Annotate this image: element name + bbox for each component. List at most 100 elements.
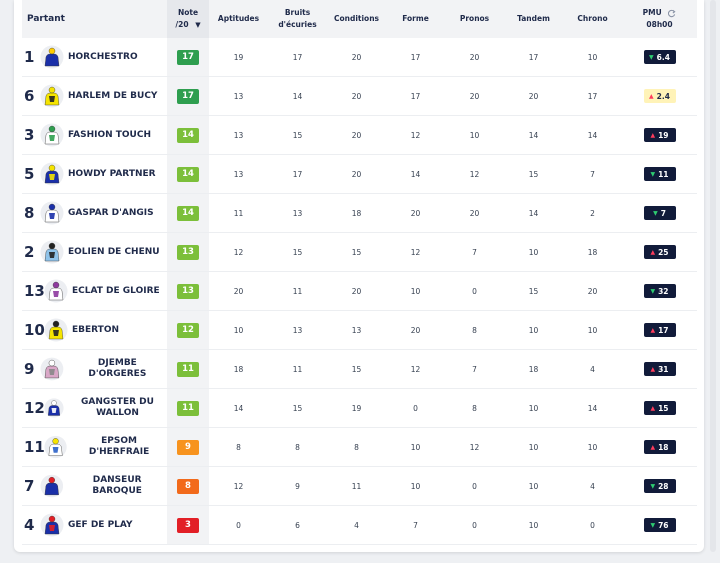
pmu-odds-badge[interactable]: ▼ 32 [643, 284, 676, 298]
table-row[interactable]: 10 EBERTON 12 10 13 13 20 8 10 10 ▲ 17 [22, 310, 697, 350]
chrono-score: 17 [587, 91, 598, 101]
trend-up-icon: ▲ [650, 248, 656, 256]
pmu-odds-badge[interactable]: ▼ 6.4 [643, 50, 676, 64]
pmu-cell: ▲ 18 [622, 428, 697, 467]
pmu-odds-badge[interactable]: ▲ 2.4 [643, 89, 676, 103]
header-note[interactable]: Note /20 ▼ [167, 0, 209, 38]
table-row[interactable]: 3 FASHION TOUCH 14 13 15 20 12 10 14 14 ▲ 19 [22, 115, 697, 155]
runner-cell[interactable]: 6 HARLEM DE BUCY [22, 77, 167, 116]
pmu-odds-badge[interactable]: ▼ 7 [643, 206, 676, 220]
pmu-odds: 15 [658, 403, 669, 413]
horse-name[interactable]: GANGSTER DU WALLON [68, 397, 167, 419]
header-pmu[interactable]: PMU 08h00 [622, 0, 697, 38]
header-forme[interactable]: Forme [386, 0, 445, 38]
header-partant[interactable]: Partant [22, 0, 167, 38]
header-conditions[interactable]: Conditions [327, 0, 386, 38]
trend-up-icon: ▲ [650, 365, 656, 373]
horse-name[interactable]: EBERTON [72, 325, 119, 336]
pronos-score: 7 [472, 364, 477, 374]
aptitudes-score: 13 [233, 169, 244, 179]
horse-name[interactable]: DJEMBE D'ORGERES [68, 358, 167, 380]
header-pronos[interactable]: Pronos [445, 0, 504, 38]
conditions-score: 4 [354, 520, 359, 530]
horse-name[interactable]: GASPAR D'ANGIS [68, 208, 154, 219]
table-row[interactable]: 2 EOLIEN DE CHENU 13 12 15 15 12 7 10 18 ▲ 25 [22, 232, 697, 272]
runner-cell[interactable]: 12 GANGSTER DU WALLON [22, 389, 167, 428]
pmu-odds: 11 [658, 169, 669, 179]
header-bruits-line1: Bruits [284, 8, 311, 17]
tandem-score: 10 [528, 481, 539, 491]
pmu-odds-badge[interactable]: ▲ 25 [643, 245, 676, 259]
horse-name[interactable]: HARLEM DE BUCY [68, 91, 157, 102]
pmu-odds: 76 [658, 520, 669, 530]
pmu-odds-badge[interactable]: ▼ 11 [643, 167, 676, 181]
pmu-odds-badge[interactable]: ▲ 15 [643, 401, 676, 415]
pmu-odds: 17 [658, 325, 669, 335]
table-row[interactable]: 1 HORCHESTRO 17 19 17 20 17 20 17 10 ▼ 6.4 [22, 38, 697, 77]
runner-cell[interactable]: 2 EOLIEN DE CHENU [22, 233, 167, 272]
runner-cell[interactable]: 8 GASPAR D'ANGIS [22, 194, 167, 233]
runner-cell[interactable]: 10 EBERTON [22, 311, 167, 350]
refresh-icon[interactable] [667, 9, 676, 18]
horse-name[interactable]: HORCHESTRO [68, 52, 138, 63]
jockey-silk-icon [44, 279, 68, 303]
runner-cell[interactable]: 13 ECLAT DE GLOIRE [22, 272, 167, 311]
horse-name[interactable]: HOWDY PARTNER [68, 169, 156, 180]
pronos-score: 20 [469, 91, 480, 101]
table-row[interactable]: 8 GASPAR D'ANGIS 14 11 13 18 20 20 14 2 ▼ 7 [22, 193, 697, 233]
pronos-score: 0 [472, 286, 477, 296]
runner-number: 10 [24, 321, 45, 339]
scrollbar[interactable] [710, 0, 716, 552]
forme-score: 12 [410, 247, 421, 257]
forme-score: 10 [410, 442, 421, 452]
horse-name[interactable]: EPSOM D'HERFRAIE [71, 436, 167, 458]
table-row[interactable]: 11 EPSOM D'HERFRAIE 9 8 8 8 10 12 10 10 ▲ 18 [22, 427, 697, 467]
header-chrono[interactable]: Chrono [563, 0, 622, 38]
note-badge: 11 [177, 361, 199, 377]
table-row[interactable]: 6 HARLEM DE BUCY 17 13 14 20 17 20 20 17 ▲ 2.4 [22, 76, 697, 116]
horse-name[interactable]: EOLIEN DE CHENU [68, 247, 160, 258]
pmu-odds-badge[interactable]: ▲ 17 [643, 323, 676, 337]
table-row[interactable]: 13 ECLAT DE GLOIRE 13 20 11 20 10 0 15 20 ▼ 32 [22, 271, 697, 311]
trend-up-icon: ▲ [649, 92, 654, 100]
trend-down-icon: ▼ [650, 170, 656, 178]
runner-cell[interactable]: 7 DANSEUR BAROQUE [22, 467, 167, 506]
table-row[interactable]: 5 HOWDY PARTNER 14 13 17 20 14 12 15 7 ▼ 11 [22, 154, 697, 194]
trend-up-icon: ▲ [650, 404, 656, 412]
runner-cell[interactable]: 3 FASHION TOUCH [22, 116, 167, 155]
header-aptitudes[interactable]: Aptitudes [209, 0, 268, 38]
pmu-odds-badge[interactable]: ▼ 76 [643, 518, 676, 532]
conditions-score: 20 [351, 91, 362, 101]
jockey-silk-icon [40, 45, 64, 69]
runner-cell[interactable]: 11 EPSOM D'HERFRAIE [22, 428, 167, 467]
runner-cell[interactable]: 5 HOWDY PARTNER [22, 155, 167, 194]
header-bruits[interactable]: Bruits d'écuries [268, 0, 327, 38]
pronos-score: 0 [472, 481, 477, 491]
horse-name[interactable]: ECLAT DE GLOIRE [72, 286, 160, 297]
aptitudes-score: 10 [233, 325, 244, 335]
horse-name[interactable]: DANSEUR BAROQUE [67, 475, 167, 497]
chrono-score: 20 [587, 286, 598, 296]
horse-name[interactable]: FASHION TOUCH [68, 130, 151, 141]
table-row[interactable]: 4 GEF DE PLAY 3 0 6 4 7 0 10 0 ▼ 76 [22, 505, 697, 545]
table-row[interactable]: 12 GANGSTER DU WALLON 11 14 15 19 0 8 10 14 ▲ 15 [22, 388, 697, 428]
horse-name[interactable]: GEF DE PLAY [68, 520, 133, 531]
pmu-odds-badge[interactable]: ▲ 31 [643, 362, 676, 376]
header-tandem[interactable]: Tandem [504, 0, 563, 38]
trend-down-icon: ▼ [650, 287, 656, 295]
table-row[interactable]: 9 DJEMBE D'ORGERES 11 18 11 15 12 7 18 4 ▲ 31 [22, 349, 697, 389]
trend-up-icon: ▲ [650, 443, 656, 451]
sort-down-icon[interactable]: ▼ [195, 21, 200, 29]
runner-cell[interactable]: 9 DJEMBE D'ORGERES [22, 350, 167, 389]
runner-cell[interactable]: 1 HORCHESTRO [22, 38, 167, 77]
table-row[interactable]: 7 DANSEUR BAROQUE 8 12 9 11 10 0 10 4 ▼ 28 [22, 466, 697, 506]
note-cell: 13 [167, 232, 209, 272]
pmu-cell: ▲ 25 [622, 233, 697, 272]
pmu-odds-badge[interactable]: ▼ 28 [643, 479, 676, 493]
forme-score: 7 [413, 520, 418, 530]
pmu-odds-badge[interactable]: ▲ 18 [643, 440, 676, 454]
pmu-odds-badge[interactable]: ▲ 19 [643, 128, 676, 142]
jockey-silk-icon [40, 123, 64, 147]
chrono-score: 10 [587, 52, 598, 62]
runner-cell[interactable]: 4 GEF DE PLAY [22, 506, 167, 545]
